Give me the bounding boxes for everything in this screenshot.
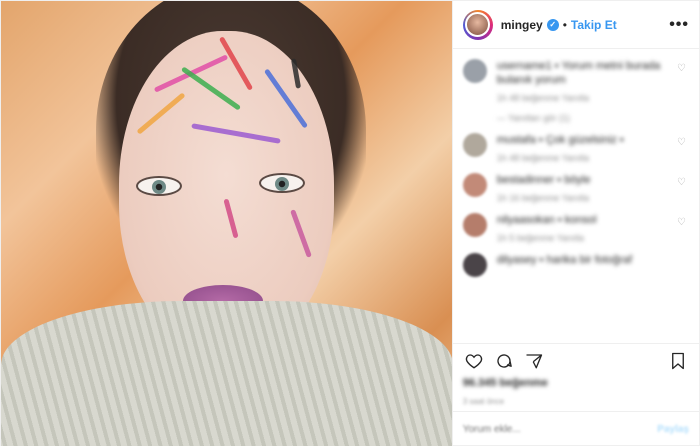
- comment-avatar[interactable]: [462, 213, 487, 237]
- add-comment-bar: Paylaş: [452, 411, 699, 446]
- comment-meta[interactable]: 1h 48 beğenme Yanıtla: [497, 153, 671, 163]
- comment-body: bestadinner ▪ böyle 1h 16 beğenme Yanıtl…: [497, 173, 671, 203]
- header-separator: •: [562, 17, 567, 32]
- avatar-image: [465, 12, 491, 37]
- instagram-post: mingey ✓ • Takip Et ••• username1 ▪ Yoru…: [0, 0, 700, 446]
- verified-badge-icon: ✓: [546, 18, 559, 31]
- comment-meta[interactable]: 1h 16 beğenme Yanıtla: [497, 193, 671, 203]
- comment-item: dilyasey ▪ harika bir fotoğraf: [462, 253, 689, 277]
- comment-text: nilyaasokan ▪ konsol: [496, 214, 597, 226]
- bookmark-icon[interactable]: [667, 350, 689, 372]
- comment-text: username1 ▪ Yorum metni burada: [496, 60, 661, 72]
- comment-meta[interactable]: 1h 5 beğenme Yanıtla: [497, 233, 671, 243]
- comment-body: dilyasey ▪ harika bir fotoğraf: [497, 253, 689, 277]
- comment-item: mustafa ▪ Çok güzelsiniz ▪ 1h 48 beğenme…: [462, 133, 689, 163]
- post-photo[interactable]: [1, 1, 452, 446]
- comment-text: bestadinner ▪ böyle: [496, 174, 591, 186]
- post-comment-button[interactable]: Paylaş: [657, 424, 689, 435]
- comment-avatar[interactable]: [462, 253, 487, 277]
- comment-avatar[interactable]: [462, 173, 487, 197]
- post-date: 3 saat önce: [462, 397, 505, 406]
- comment-meta[interactable]: 1h 48 beğenme Yanıtla: [497, 93, 671, 103]
- comment-body: username1 ▪ Yorum metni burada bulanık y…: [497, 59, 671, 123]
- view-replies-link[interactable]: — Yanıtları gör (1): [497, 113, 671, 123]
- author-avatar[interactable]: [462, 9, 493, 40]
- comment-input[interactable]: [462, 424, 658, 435]
- comment-avatar[interactable]: [462, 133, 487, 157]
- photo-left-eye: [136, 176, 182, 196]
- comment-item: bestadinner ▪ böyle 1h 16 beğenme Yanıtl…: [462, 173, 689, 203]
- comment-list: username1 ▪ Yorum metni burada bulanık y…: [453, 49, 699, 343]
- action-bar: [452, 343, 699, 377]
- share-icon[interactable]: [523, 350, 545, 372]
- comment-text: mustafa ▪ Çok güzelsiniz ▪: [496, 134, 624, 146]
- more-options-icon[interactable]: •••: [669, 16, 689, 34]
- comment-body: nilyaasokan ▪ konsol 1h 5 beğenme Yanıtl…: [497, 213, 671, 243]
- author-username[interactable]: mingey: [501, 18, 543, 32]
- comment-like-icon[interactable]: ♡: [677, 177, 689, 203]
- comment-like-icon[interactable]: ♡: [677, 63, 689, 123]
- comment-item: nilyaasokan ▪ konsol 1h 5 beğenme Yanıtl…: [462, 213, 689, 243]
- photo-right-eye: [259, 173, 305, 193]
- follow-button[interactable]: Takip Et: [571, 18, 617, 32]
- comment-body: mustafa ▪ Çok güzelsiniz ▪ 1h 48 beğenme…: [497, 133, 671, 163]
- photo-sweater: [1, 301, 452, 446]
- heart-icon[interactable]: [463, 350, 485, 372]
- like-count[interactable]: 96.345 beğenme: [453, 377, 699, 393]
- post-header: mingey ✓ • Takip Et •••: [452, 1, 699, 49]
- comment-like-icon[interactable]: ♡: [677, 217, 689, 243]
- comment-text: dilyasey ▪ harika bir fotoğraf: [496, 254, 633, 266]
- comment-like-icon[interactable]: ♡: [677, 137, 689, 163]
- comment-icon[interactable]: [493, 350, 515, 372]
- comment-avatar[interactable]: [462, 59, 487, 83]
- comment-item: username1 ▪ Yorum metni burada bulanık y…: [462, 59, 689, 123]
- post-sidebar: mingey ✓ • Takip Et ••• username1 ▪ Yoru…: [451, 1, 699, 446]
- comment-text-continued: bulanık yorum: [496, 74, 566, 86]
